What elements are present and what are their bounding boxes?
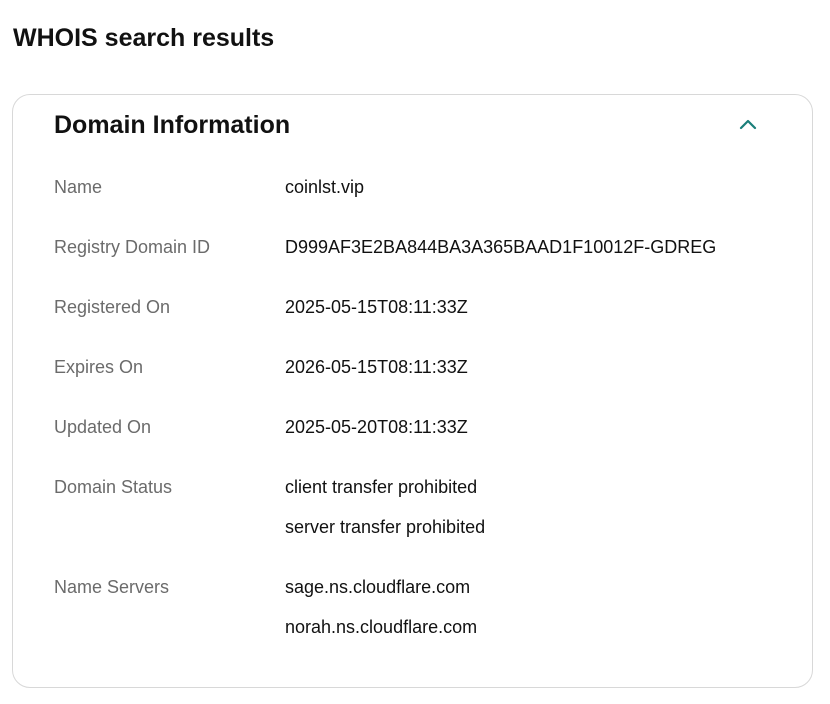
field-label: Updated On bbox=[54, 417, 152, 437]
whois-fields: Name coinlst.vip Registry Domain ID D999… bbox=[54, 173, 794, 653]
field-values: coinlst.vip bbox=[285, 173, 364, 213]
field-label: Name bbox=[54, 177, 103, 197]
field-value: sage.ns.cloudflare.com bbox=[285, 577, 471, 597]
field-value: coinlst.vip bbox=[285, 177, 365, 197]
field-value: 2026-05-15T08:11:33Z bbox=[285, 357, 468, 377]
field-row-expires-on: Expires On 2026-05-15T08:11:33Z bbox=[54, 353, 794, 413]
field-label: Domain Status bbox=[54, 477, 173, 497]
field-value: 2025-05-15T08:11:33Z bbox=[285, 297, 468, 317]
field-value: 2025-05-20T08:11:33Z bbox=[285, 417, 468, 437]
field-row-updated-on: Updated On 2025-05-20T08:11:33Z bbox=[54, 413, 794, 473]
field-value: server transfer prohibited bbox=[285, 517, 486, 537]
field-values: sage.ns.cloudflare.com norah.ns.cloudfla… bbox=[285, 573, 477, 653]
field-values: 2026-05-15T08:11:33Z bbox=[285, 353, 468, 393]
field-values: 2025-05-15T08:11:33Z bbox=[285, 293, 468, 333]
field-values: 2025-05-20T08:11:33Z bbox=[285, 413, 468, 453]
field-value: client transfer prohibited bbox=[285, 477, 478, 497]
field-label: Name Servers bbox=[54, 577, 170, 597]
collapse-toggle-button[interactable] bbox=[734, 111, 762, 139]
field-row-domain-status: Domain Status client transfer prohibited… bbox=[54, 473, 794, 573]
field-row-name-servers: Name Servers sage.ns.cloudflare.com nora… bbox=[54, 573, 794, 653]
field-label: Registered On bbox=[54, 297, 171, 317]
field-row-registered-on: Registered On 2025-05-15T08:11:33Z bbox=[54, 293, 794, 353]
chevron-up-icon bbox=[739, 119, 757, 130]
field-value: D999AF3E2BA844BA3A365BAAD1F10012F-GDREG bbox=[285, 237, 717, 257]
field-label: Expires On bbox=[54, 357, 144, 377]
card-title: Domain Information bbox=[54, 111, 291, 139]
field-value: norah.ns.cloudflare.com bbox=[285, 617, 478, 637]
page-title: WHOIS search results bbox=[13, 24, 275, 52]
card-header[interactable]: Domain Information bbox=[54, 107, 774, 143]
field-label: Registry Domain ID bbox=[54, 237, 211, 257]
field-values: D999AF3E2BA844BA3A365BAAD1F10012F-GDREG bbox=[285, 233, 716, 273]
field-row-name: Name coinlst.vip bbox=[54, 173, 794, 233]
domain-information-card: Domain Information Name coinlst.vip Regi… bbox=[12, 94, 813, 688]
field-values: client transfer prohibited server transf… bbox=[285, 473, 485, 553]
field-row-registry-domain-id: Registry Domain ID D999AF3E2BA844BA3A365… bbox=[54, 233, 794, 293]
